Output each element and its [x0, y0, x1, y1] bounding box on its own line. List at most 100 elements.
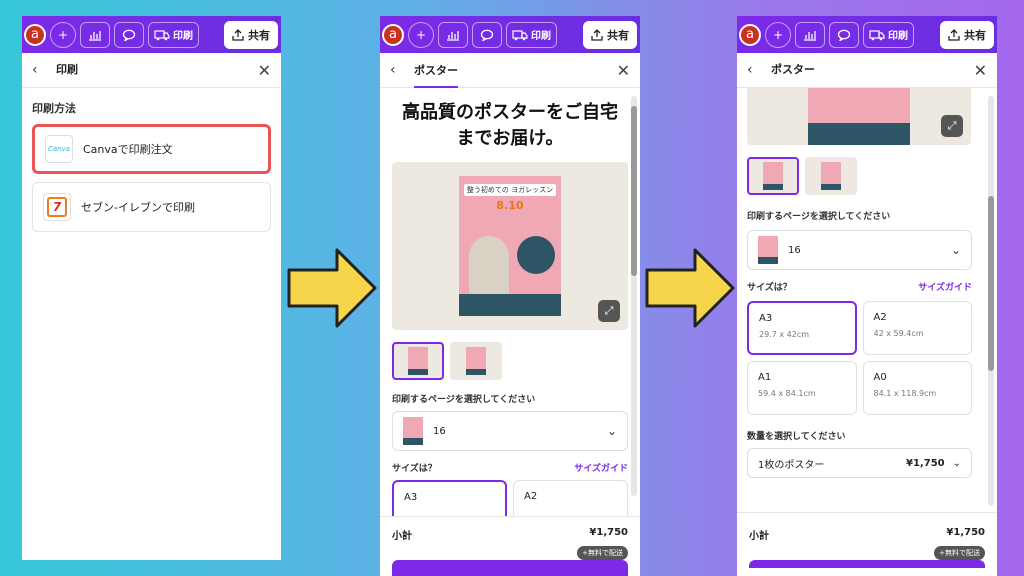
print-button[interactable]: 印刷 [506, 21, 557, 48]
canva-print-option[interactable]: Canva Canvaで印刷注文 [32, 124, 271, 174]
chevron-down-icon: ⌄ [606, 424, 617, 438]
panel-header: ‹ ポスター ✕ [737, 53, 997, 88]
comment-button[interactable] [472, 21, 502, 48]
size-options: A3 29.7 x 42cm A2 42 x 59.4cm A1 59.4 x … [747, 301, 972, 415]
print-button[interactable]: 印刷 [148, 21, 199, 48]
page-select[interactable]: 16 ⌄ [747, 230, 972, 270]
editor-toolbar: a + 印刷 共有 [380, 16, 640, 53]
insights-button[interactable] [795, 21, 825, 48]
poster-preview: ⤢ [747, 88, 971, 145]
print-button-label: 印刷 [888, 31, 908, 42]
truck-icon [869, 29, 885, 40]
thumbnail-2[interactable] [450, 342, 502, 380]
chart-icon [804, 30, 816, 41]
comment-button[interactable] [829, 21, 859, 48]
scrollbar[interactable] [988, 96, 994, 506]
size-option-a1[interactable]: A1 59.4 x 84.1cm [747, 361, 857, 415]
size-name: A3 [759, 313, 773, 324]
add-button[interactable]: + [408, 21, 434, 48]
size-question: サイズは？ [392, 464, 437, 474]
thumbnail-2[interactable] [805, 157, 857, 195]
size-name: A0 [873, 372, 887, 383]
poster-badge [517, 236, 555, 274]
thumbnail-1[interactable] [747, 157, 799, 195]
share-label: 共有 [964, 28, 986, 42]
quantity-value: 1枚のポスター [758, 459, 825, 471]
print-panel: a + 印刷 共有 ‹ 印刷 ✕ 印刷方法 Canva Canvaで印刷注文 7… [22, 16, 281, 560]
size-dimension: 59.4 x 84.1cm [758, 389, 816, 398]
plus-icon: + [415, 27, 427, 42]
share-button[interactable]: 共有 [224, 20, 278, 49]
expand-icon[interactable]: ⤢ [598, 300, 620, 322]
size-dimension: 42 x 59.4cm [873, 329, 924, 338]
close-icon[interactable]: ✕ [974, 61, 987, 80]
page-select-label: 印刷するページを選択してください [392, 395, 536, 405]
avatar[interactable]: a [382, 23, 404, 46]
page-thumbnail [403, 417, 423, 445]
print-button-label: 印刷 [173, 31, 193, 42]
chevron-left-icon[interactable]: ‹ [747, 62, 765, 78]
panel-title: ポスター [771, 63, 815, 76]
poster-footer [459, 294, 561, 316]
quantity-price: ¥1,750 [906, 457, 945, 469]
size-header: サイズは？ サイズガイド [392, 461, 628, 474]
insights-button[interactable] [438, 21, 468, 48]
thumbnail-1[interactable] [392, 342, 444, 380]
page-thumbnails [747, 157, 987, 195]
panel-header: ‹ 印刷 ✕ [22, 53, 281, 88]
quantity-label: 数量を選択してください [747, 432, 846, 442]
size-guide-link[interactable]: サイズガイド [574, 461, 628, 474]
share-button[interactable]: 共有 [940, 20, 994, 49]
print-button[interactable]: 印刷 [863, 21, 914, 48]
avatar[interactable]: a [24, 23, 46, 46]
size-option-a0[interactable]: A0 84.1 x 118.9cm [862, 361, 972, 415]
size-option-a2[interactable]: A2 42 x 59.4cm [862, 301, 972, 355]
headline-line-1: 高品質のポスターをご自宅 [402, 102, 618, 123]
free-shipping-badge: +無料で配送 [934, 546, 985, 560]
order-button[interactable] [392, 560, 628, 576]
poster-panel: a + 印刷 共有 ‹ ポスター ✕ 高品質のポスターをご自宅 までお届け。 整… [380, 16, 640, 576]
share-label: 共有 [248, 28, 270, 42]
scrollbar[interactable] [631, 96, 637, 496]
plus-icon: + [57, 27, 69, 42]
comment-icon [480, 29, 494, 41]
size-option-a3[interactable]: A3 29.7 x 42cm [747, 301, 857, 355]
chevron-left-icon[interactable]: ‹ [32, 62, 50, 78]
poster-preview: 整う初めての ヨガレッスン 8.10 ⤢ [392, 162, 628, 330]
subtotal-label: 小計 [749, 531, 769, 542]
avatar[interactable]: a [739, 23, 761, 46]
headline: 高品質のポスターをご自宅 までお届け。 [380, 100, 640, 152]
add-button[interactable]: + [765, 21, 791, 48]
share-label: 共有 [607, 28, 629, 42]
seven-eleven-print-label: セブン-イレブンで印刷 [81, 201, 195, 214]
poster-image: 整う初めての ヨガレッスン 8.10 [459, 176, 561, 316]
page-select[interactable]: 16 ⌄ [392, 411, 628, 451]
share-icon [948, 28, 960, 41]
insights-button[interactable] [80, 21, 110, 48]
expand-icon[interactable]: ⤢ [941, 115, 963, 137]
panel-title: ポスター [414, 62, 458, 88]
plus-icon: + [772, 27, 784, 42]
chevron-left-icon[interactable]: ‹ [390, 62, 408, 78]
add-button[interactable]: + [50, 21, 76, 48]
close-icon[interactable]: ✕ [258, 61, 271, 80]
scroll-thumb[interactable] [988, 196, 994, 371]
close-icon[interactable]: ✕ [617, 61, 630, 80]
subtotal-value: ¥1,750 [589, 527, 628, 538]
page-select-value: 16 [788, 244, 801, 256]
comment-button[interactable] [114, 21, 144, 48]
order-button[interactable] [749, 560, 985, 568]
editor-toolbar: a + 印刷 共有 [737, 16, 997, 53]
poster-person [469, 236, 509, 296]
scroll-thumb[interactable] [631, 106, 637, 276]
editor-toolbar: a + 印刷 共有 [22, 16, 281, 53]
comment-icon [122, 29, 136, 41]
poster-options-panel: a + 印刷 共有 ‹ ポスター ✕ ⤢ 印刷するページを選択してください 16… [737, 16, 997, 576]
seven-eleven-print-option[interactable]: 7 セブン-イレブンで印刷 [32, 182, 271, 232]
share-button[interactable]: 共有 [583, 20, 637, 49]
quantity-select[interactable]: 1枚のポスター ¥1,750 ⌄ [747, 448, 972, 478]
size-guide-link[interactable]: サイズガイド [918, 280, 972, 293]
chart-icon [89, 30, 101, 41]
size-name: A2 [873, 312, 887, 323]
truck-icon [512, 29, 528, 40]
